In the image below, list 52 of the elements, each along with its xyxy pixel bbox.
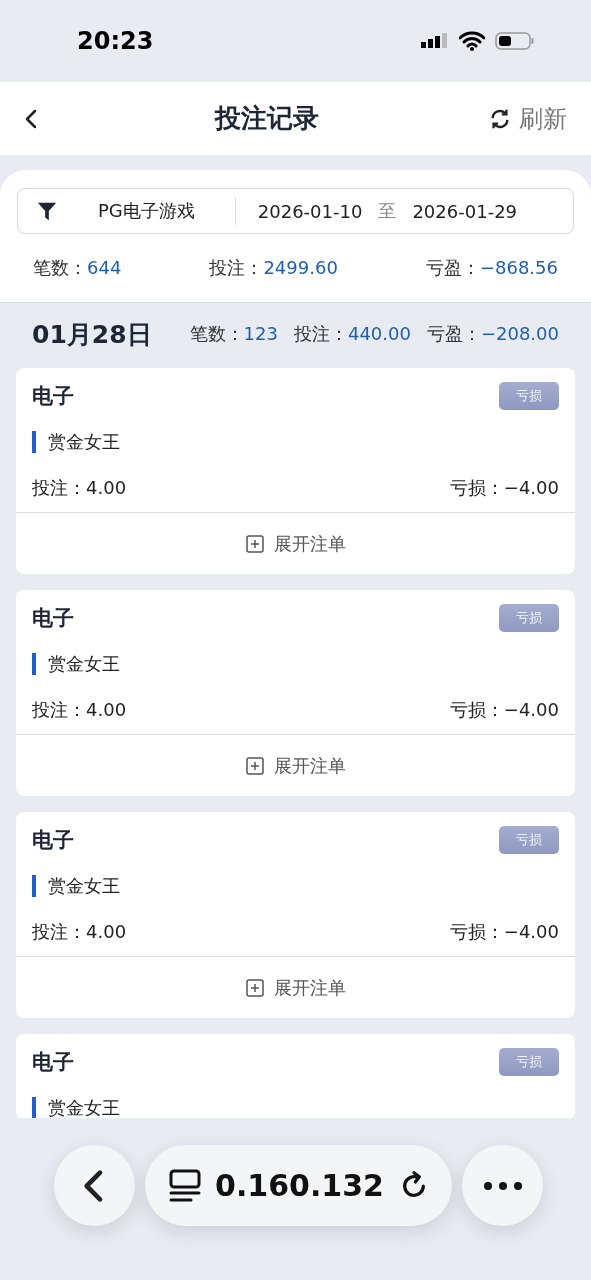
day-stat: 投注：440.00 (293, 322, 411, 346)
accent-bar (32, 875, 36, 897)
address-text: 0.160.132 (215, 1168, 384, 1203)
status-time: 20:23 (77, 27, 154, 55)
game-name: 赏金女王 (48, 1096, 120, 1118)
day-stat: 笔数：123 (189, 322, 278, 346)
plus-box-icon (245, 534, 264, 553)
result-tag: 亏损 (499, 826, 559, 854)
day-stat: 亏盈：−208.00 (426, 322, 559, 346)
game-name: 赏金女王 (48, 430, 120, 454)
result-tag: 亏损 (499, 1048, 559, 1076)
result-tag: 亏损 (499, 382, 559, 410)
expand-button[interactable]: 展开注单 (16, 734, 575, 796)
page-title: 投注记录 (214, 102, 319, 135)
loss-amount: 亏损：−4.00 (449, 698, 559, 722)
loss-amount: 亏损：−4.00 (449, 920, 559, 944)
wifi-icon (459, 31, 485, 51)
more-icon (482, 1180, 523, 1191)
game-name: 赏金女王 (48, 652, 120, 676)
tabs-icon (169, 1168, 201, 1203)
result-tag: 亏损 (499, 604, 559, 632)
filter-bar[interactable]: PG电子游戏 2026-01-10 至 2026-01-29 (17, 188, 574, 234)
address-bar[interactable]: 0.160.132 (145, 1145, 452, 1226)
filter-icon (36, 200, 58, 222)
plus-box-icon (245, 978, 264, 997)
start-date[interactable]: 2026-01-10 (257, 200, 363, 222)
plus-box-icon (245, 756, 264, 775)
loss-amount: 亏损：−4.00 (449, 476, 559, 500)
game-filter[interactable]: PG电子游戏 (98, 199, 195, 223)
bet-amount: 投注：4.00 (32, 920, 127, 944)
game-name: 赏金女王 (48, 874, 120, 898)
record-category: 电子 (32, 605, 74, 632)
summary-stat: 亏盈：−868.56 (425, 256, 558, 280)
date-separator: 至 (378, 199, 397, 223)
expand-button[interactable]: 展开注单 (16, 956, 575, 1018)
expand-button[interactable]: 展开注单 (16, 512, 575, 574)
record-category: 电子 (32, 827, 74, 854)
refresh-icon (489, 107, 511, 130)
record-category: 电子 (32, 1049, 74, 1076)
accent-bar (32, 653, 36, 675)
summary-stat: 笔数：644 (33, 256, 122, 280)
summary-stat: 投注：2499.60 (209, 256, 338, 280)
accent-bar (32, 431, 36, 453)
bet-amount: 投注：4.00 (32, 698, 127, 722)
accent-bar (32, 1097, 36, 1118)
bet-amount: 投注：4.00 (32, 476, 127, 500)
refresh-button[interactable]: 刷新 (489, 102, 567, 135)
day-date: 01月28日 (32, 318, 152, 351)
signal-icon (421, 32, 449, 50)
end-date[interactable]: 2026-01-29 (412, 200, 518, 222)
record-category: 电子 (32, 383, 74, 410)
battery-icon (495, 31, 535, 51)
